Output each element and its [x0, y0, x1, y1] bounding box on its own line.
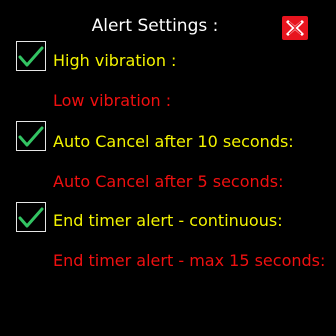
check-mark-icon — [18, 126, 44, 147]
check-mark-icon — [18, 207, 44, 228]
close-button[interactable] — [282, 16, 308, 40]
option-label-end-timer-max-15s[interactable]: End timer alert - max 15 seconds: — [53, 250, 325, 272]
checkbox-end-timer-continuous[interactable] — [16, 202, 46, 232]
page-title: Alert Settings : — [91, 16, 219, 36]
option-label-end-timer-continuous[interactable]: End timer alert - continuous: — [53, 210, 283, 232]
checkbox-high-vibration[interactable] — [16, 41, 46, 71]
option-label-low-vibration[interactable]: Low vibration : — [53, 90, 171, 112]
option-label-auto-cancel-10s[interactable]: Auto Cancel after 10 seconds: — [53, 131, 294, 153]
checkbox-auto-cancel-10s[interactable] — [16, 121, 46, 151]
check-mark-icon — [18, 46, 44, 67]
option-label-high-vibration[interactable]: High vibration : — [53, 50, 176, 72]
option-label-auto-cancel-5s[interactable]: Auto Cancel after 5 seconds: — [53, 171, 284, 193]
close-x-icon — [286, 20, 304, 36]
